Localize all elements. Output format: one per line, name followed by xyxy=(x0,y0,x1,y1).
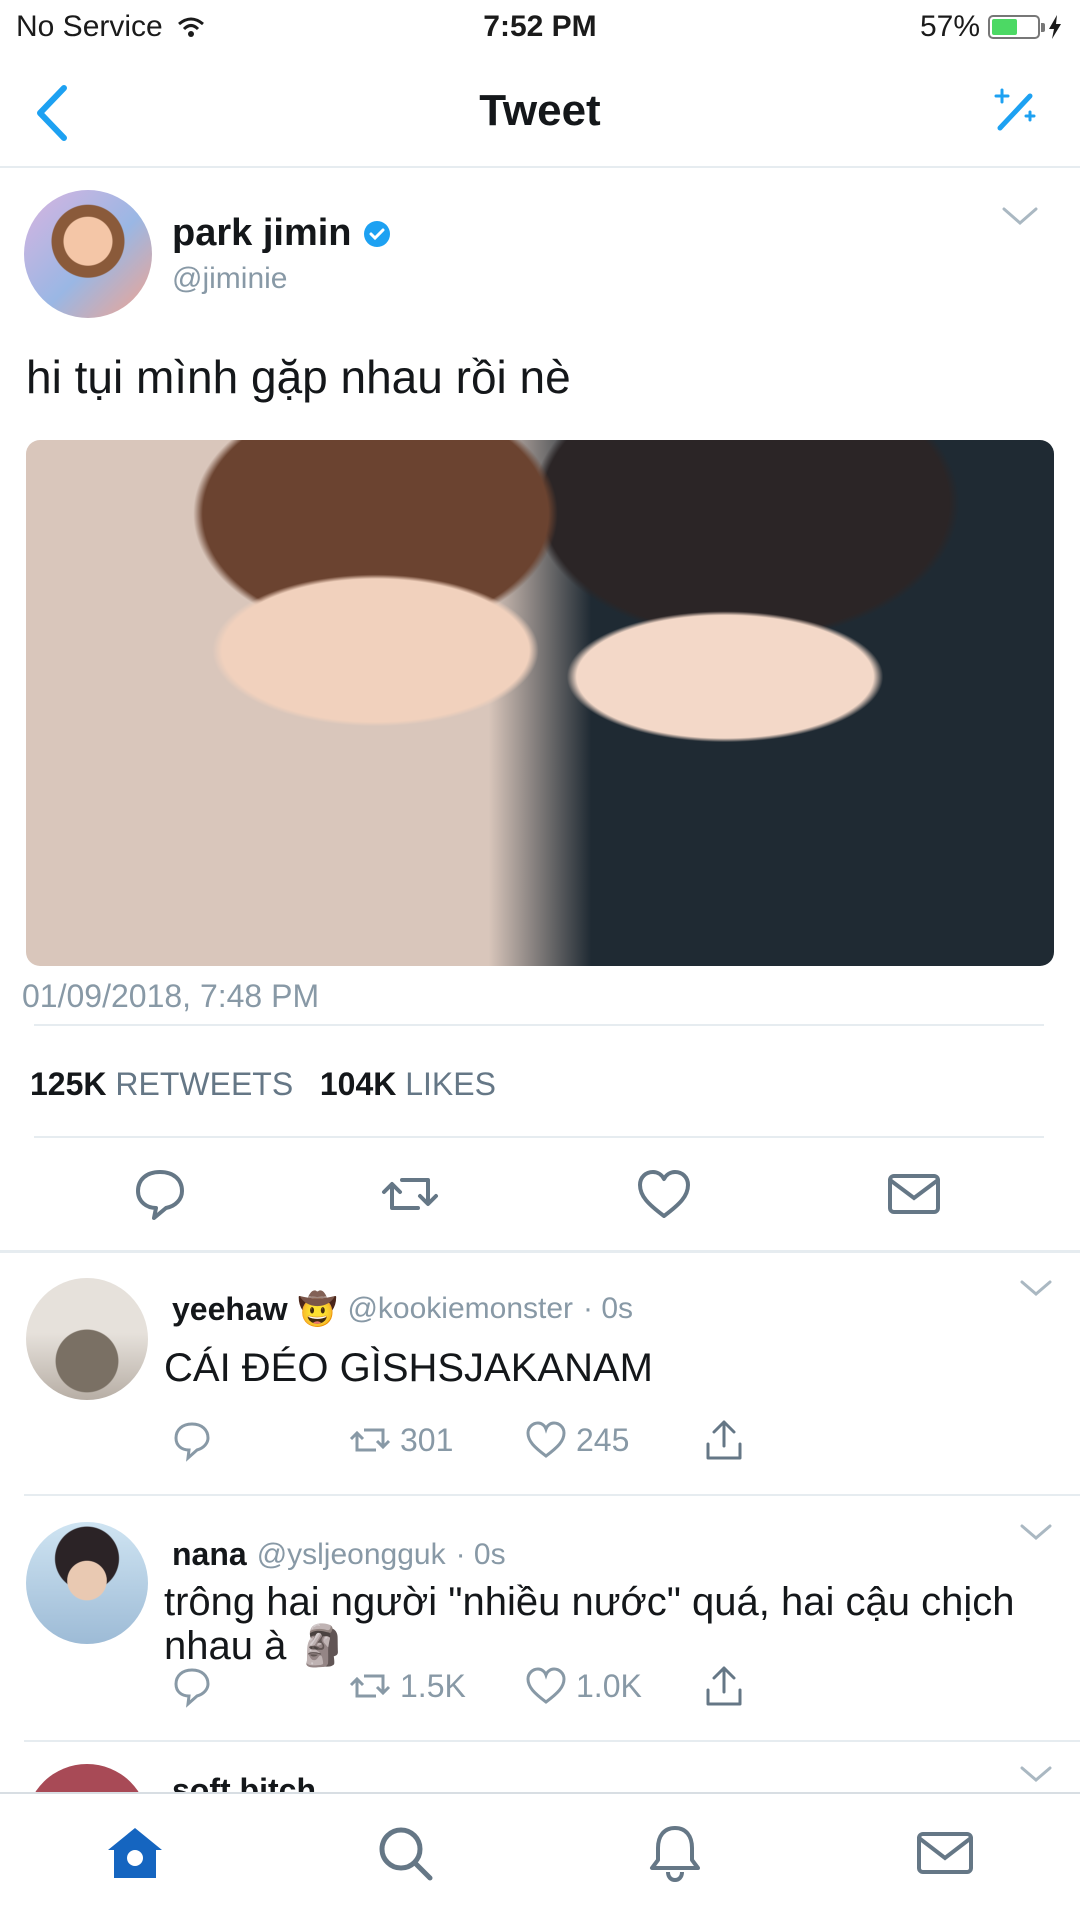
like-button[interactable]: 1.0K xyxy=(524,1664,642,1708)
reply-button[interactable] xyxy=(170,1664,214,1708)
likes-label[interactable]: LIKES xyxy=(405,1066,496,1102)
reply-header[interactable]: yeehaw 🤠 @kookiemonster · 0s xyxy=(172,1290,633,1328)
battery-cap xyxy=(1041,23,1045,32)
retweets-label[interactable]: RETWEETS xyxy=(115,1066,293,1102)
status-time: 7:52 PM xyxy=(483,10,597,43)
notifications-icon[interactable] xyxy=(644,1822,706,1884)
search-icon[interactable] xyxy=(374,1822,436,1884)
divider xyxy=(34,1024,1044,1026)
reply-avatar[interactable] xyxy=(26,1522,148,1644)
divider xyxy=(0,1250,1080,1253)
author-handle[interactable]: @jiminie xyxy=(172,262,287,296)
like-icon[interactable] xyxy=(524,1418,568,1462)
reply-text: trông hai người "nhiều nước" quá, hai cậ… xyxy=(164,1580,1015,1668)
reply-avatar[interactable] xyxy=(26,1278,148,1400)
message-icon[interactable] xyxy=(884,1164,944,1224)
compose-sparkle-icon[interactable] xyxy=(986,82,1042,138)
verified-badge-icon xyxy=(363,220,390,247)
charging-bolt-icon xyxy=(1049,15,1061,39)
reply-author-handle[interactable]: @ysljeongguk xyxy=(257,1538,446,1572)
chevron-down-icon[interactable] xyxy=(1018,1278,1054,1298)
share-button[interactable] xyxy=(702,1664,746,1708)
cowboy-emoji: 🤠 xyxy=(297,1291,338,1327)
tweet-stats: 125K RETWEETS 104K LIKES xyxy=(30,1066,496,1103)
divider xyxy=(34,1136,1044,1138)
chevron-down-icon[interactable] xyxy=(1000,205,1040,227)
like-icon[interactable] xyxy=(524,1664,568,1708)
reply-like-count: 1.0K xyxy=(576,1667,642,1704)
reply-button[interactable] xyxy=(170,1418,214,1462)
chevron-down-icon[interactable] xyxy=(1018,1522,1054,1542)
page-title: Tweet xyxy=(479,86,601,135)
home-icon[interactable] xyxy=(104,1822,166,1884)
retweet-icon[interactable] xyxy=(348,1418,392,1462)
reply-header[interactable]: nana @ysljeongguk · 0s xyxy=(172,1536,506,1573)
nav-bar: Tweet xyxy=(0,56,1080,168)
reply-icon[interactable] xyxy=(130,1164,190,1224)
reply-author-handle[interactable]: @kookiemonster xyxy=(347,1292,573,1326)
retweet-icon[interactable] xyxy=(348,1664,392,1708)
messages-icon[interactable] xyxy=(914,1822,976,1884)
author-name[interactable]: park jimin xyxy=(172,212,352,255)
reply-time: · 0s xyxy=(583,1292,634,1325)
reply-retweet-count: 301 xyxy=(400,1421,454,1458)
reply-time: · 0s xyxy=(455,1537,506,1571)
author-avatar[interactable] xyxy=(24,190,152,318)
reply-text: CÁI ĐÉO GÌSHSJAKANAM xyxy=(164,1346,653,1390)
tweet-timestamp: 01/09/2018, 7:48 PM xyxy=(22,978,320,1014)
retweets-count[interactable]: 125K xyxy=(30,1066,107,1102)
retweet-icon[interactable] xyxy=(380,1164,440,1224)
likes-count[interactable]: 104K xyxy=(320,1066,397,1102)
tweet-text: hi tụi mình gặp nhau rồi nè xyxy=(26,351,571,403)
tab-bar xyxy=(0,1792,1080,1922)
divider xyxy=(24,1740,1080,1742)
battery-icon xyxy=(988,15,1045,39)
share-button[interactable] xyxy=(702,1418,746,1462)
author-name-row[interactable]: park jimin xyxy=(172,212,392,255)
reply-icon[interactable] xyxy=(170,1664,214,1708)
retweet-button[interactable]: 301 xyxy=(348,1418,453,1462)
reply-author-name[interactable]: yeehaw xyxy=(172,1291,288,1328)
battery-percent: 57% xyxy=(919,10,980,43)
reply-author-name[interactable]: nana xyxy=(172,1536,247,1573)
like-button[interactable]: 245 xyxy=(524,1418,629,1462)
tweet-photo[interactable] xyxy=(26,440,1054,966)
share-icon[interactable] xyxy=(702,1664,746,1708)
reply-retweet-count: 1.5K xyxy=(400,1667,466,1704)
chevron-down-icon[interactable] xyxy=(1018,1764,1054,1784)
divider xyxy=(24,1494,1080,1496)
battery-fill xyxy=(992,19,1018,35)
status-bar: No Service 7:52 PM 57% xyxy=(0,0,1080,56)
like-icon[interactable] xyxy=(634,1164,694,1224)
status-right: 57% xyxy=(920,10,1062,44)
share-icon[interactable] xyxy=(702,1418,746,1462)
reply-like-count: 245 xyxy=(576,1421,630,1458)
retweet-button[interactable]: 1.5K xyxy=(348,1664,466,1708)
reply-icon[interactable] xyxy=(170,1418,214,1462)
